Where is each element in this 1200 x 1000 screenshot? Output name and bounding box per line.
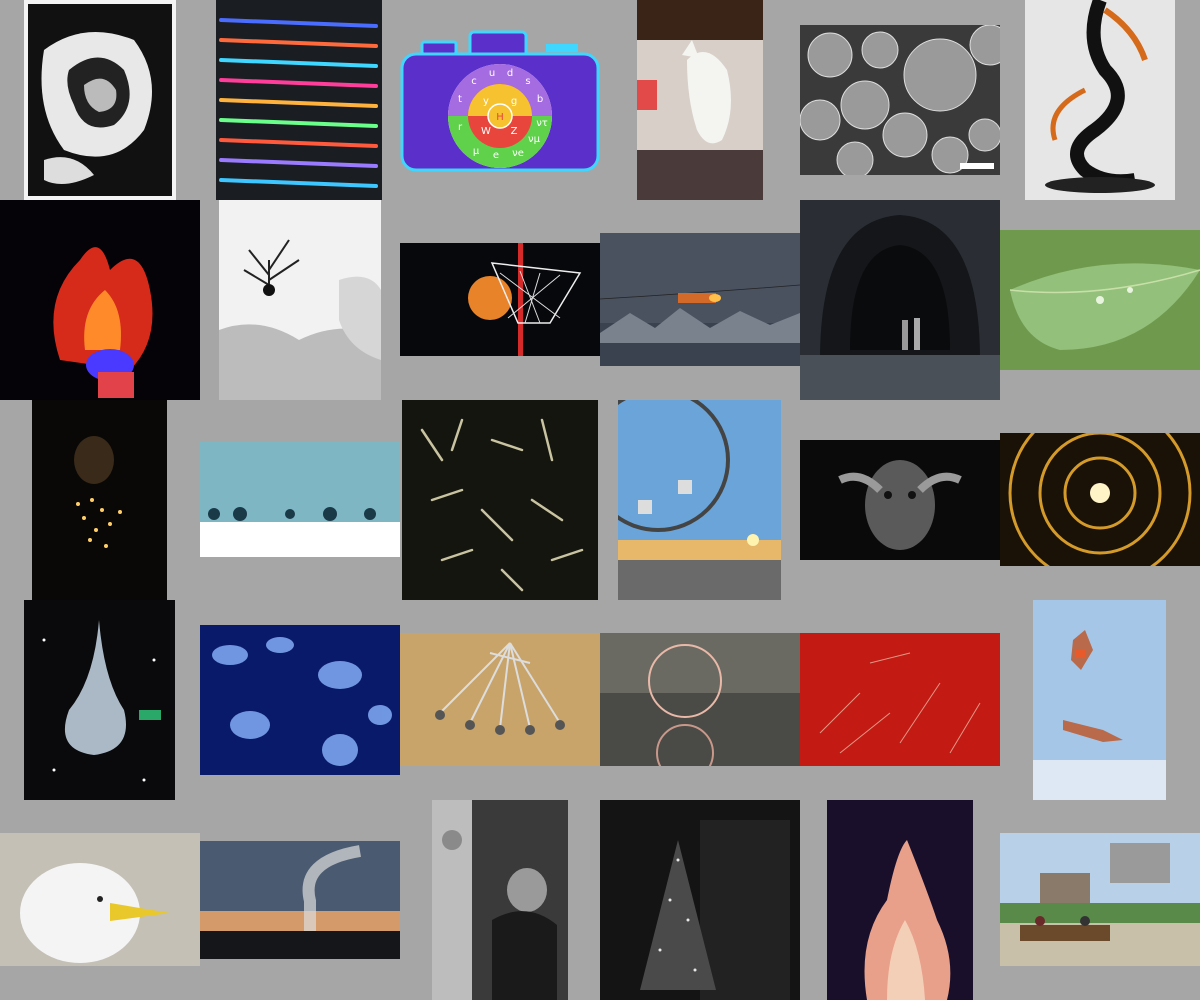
santa-sleigh-image: [600, 233, 800, 366]
photo-tile-golden-tunnel[interactable]: [1000, 433, 1200, 566]
photo-tile-green-leaf[interactable]: [1000, 230, 1200, 370]
soap-bubble-image: [600, 633, 800, 766]
water-balloon-image: [24, 600, 175, 800]
logo-letter: t: [458, 94, 462, 105]
bonfire-image: [827, 800, 973, 1000]
photo-tile-painted-face[interactable]: [800, 440, 1000, 560]
photo-tile-flame[interactable]: [0, 200, 200, 400]
abstract-swirl-image: [24, 0, 176, 200]
photo-tile-tunnel[interactable]: [800, 200, 1000, 400]
photo-tile-cat-statue[interactable]: [637, 0, 763, 200]
logo-letter: μ: [473, 146, 480, 157]
logo-letter: y: [483, 96, 489, 107]
flame-image: [0, 200, 200, 400]
logo-letter: H: [496, 112, 504, 123]
photo-tile-microscope-spheres[interactable]: [800, 25, 1000, 175]
green-leaf-image: [1000, 230, 1200, 370]
logo-letter: u: [489, 68, 495, 79]
fencing-swords-image: [400, 633, 600, 766]
photo-tile-bare-tree[interactable]: [219, 200, 381, 400]
jellyfish-image: [200, 625, 400, 775]
logo-letter: e: [493, 150, 499, 161]
photo-tile-seagull[interactable]: [0, 833, 200, 966]
photo-tile-jellyfish[interactable]: [200, 625, 400, 775]
ferris-wheel-image: [618, 400, 781, 600]
basketball-image: [400, 243, 600, 356]
photo-tile-ferris-wheel[interactable]: [618, 400, 781, 600]
red-frost-image: [800, 633, 1000, 766]
logo-letter: W: [481, 126, 491, 137]
photo-tile-cliff-divers[interactable]: [1033, 600, 1166, 800]
old-man-image: [432, 800, 568, 1000]
seagull-image: [0, 833, 200, 966]
microscope-spheres-image: [800, 25, 1000, 175]
fairy-lights-image: [32, 400, 167, 600]
photo-tile-ink-water[interactable]: [1025, 0, 1175, 200]
photo-tile-old-man[interactable]: [432, 800, 568, 1000]
photo-tile-smokestack[interactable]: [200, 841, 400, 959]
logo-letter: c: [471, 76, 477, 87]
painted-face-image: [800, 440, 1000, 560]
tunnel-image: [800, 200, 1000, 400]
smokestack-image: [200, 841, 400, 959]
water-bubbles-image: [200, 442, 400, 557]
logo-letter: d: [507, 68, 513, 79]
logo-letter: Z: [511, 126, 518, 137]
golden-tunnel-image: [1000, 433, 1200, 566]
logo-letter: νe: [512, 148, 524, 159]
logo-letter: ντ: [536, 118, 548, 129]
camera-logo-tile[interactable]: c u d s b t y g r H W Z μ e νe νμ ντ: [400, 30, 600, 172]
photo-tile-water-balloon[interactable]: [24, 600, 175, 800]
photo-tile-soap-bubble[interactable]: [600, 633, 800, 766]
matchsticks-image: [402, 400, 598, 600]
photo-tile-red-frost[interactable]: [800, 633, 1000, 766]
photo-tile-light-streaks[interactable]: [216, 0, 382, 200]
cliff-divers-image: [1033, 600, 1166, 800]
logo-letter: b: [537, 94, 543, 105]
logo-letter: νμ: [528, 134, 541, 145]
photo-tile-bonfire[interactable]: [827, 800, 973, 1000]
photo-tile-water-bubbles[interactable]: [200, 442, 400, 557]
photo-tile-matchsticks[interactable]: [402, 400, 598, 600]
logo-letter: g: [511, 96, 517, 107]
cat-statue-image: [637, 0, 763, 200]
photo-tile-santa-sleigh[interactable]: [600, 233, 800, 366]
photo-tile-dome-bench[interactable]: [1000, 833, 1200, 966]
photo-tile-abstract-swirl[interactable]: [24, 0, 176, 200]
dome-bench-image: [1000, 833, 1200, 966]
photo-tile-fairy-lights[interactable]: [32, 400, 167, 600]
photo-tile-fencing-swords[interactable]: [400, 633, 600, 766]
logo-letter: s: [525, 76, 530, 87]
ink-water-image: [1025, 0, 1175, 200]
christmas-tree-image: [600, 800, 800, 1000]
photo-tile-christmas-tree[interactable]: [600, 800, 800, 1000]
camera-logo-icon: c u d s b t y g r H W Z μ e νe νμ ντ: [400, 30, 600, 172]
bare-tree-image: [219, 200, 381, 400]
light-streaks-image: [216, 0, 382, 200]
photo-tile-basketball[interactable]: [400, 243, 600, 356]
